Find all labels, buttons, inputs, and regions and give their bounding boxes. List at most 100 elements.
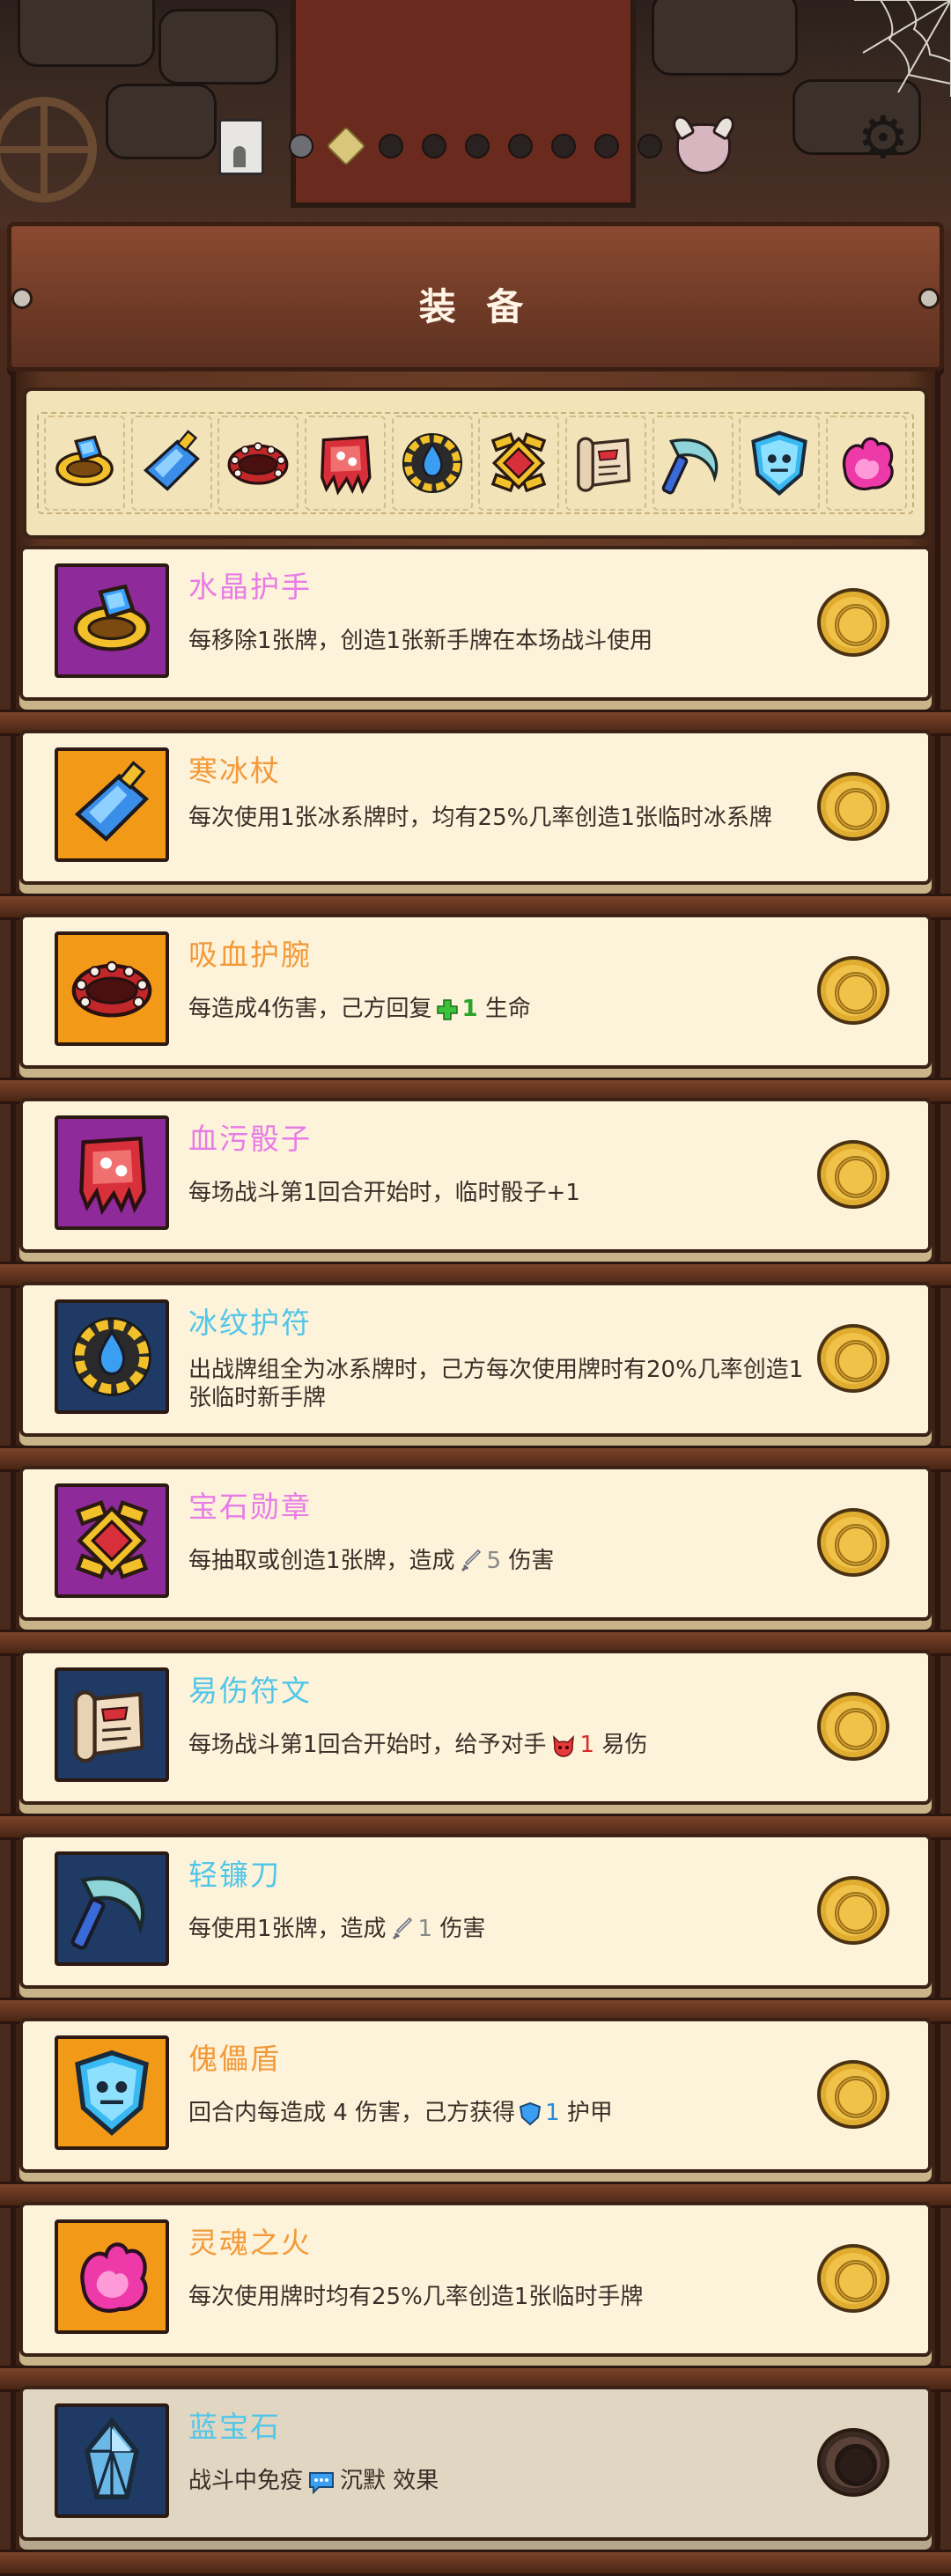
- item-name: 血污骰子: [188, 1122, 312, 1156]
- medal-icon: [75, 1500, 149, 1579]
- equipment-card[interactable]: 寒冰杖 每次使用1张冰系牌时，均有25%几率创造1张临时冰系牌: [0, 730, 951, 920]
- stage-dot: [465, 134, 490, 158]
- item-description: 每抽取或创造1张牌，造成 5 伤害: [188, 1547, 805, 1575]
- equipped-slot-medal[interactable]: [478, 416, 560, 511]
- description-text: 每抽取或创造1张牌，造成: [188, 1548, 455, 1574]
- equip-coin-icon[interactable]: [817, 1508, 889, 1577]
- item-description: 每次使用牌时均有25%几率创造1张临时手牌: [188, 2284, 644, 2310]
- equipment-card[interactable]: 冰纹护符 出战牌组全为冰系牌时，己方每次使用牌时有20%几率创造1张临时新手牌: [0, 1282, 951, 1472]
- description-text: 易伤: [594, 1732, 648, 1758]
- spider-web-icon: [854, 0, 951, 97]
- equipment-card[interactable]: 轻镰刀 每使用1张牌，造成 1 伤害: [0, 1834, 951, 2024]
- item-name: 水晶护手: [188, 570, 312, 604]
- equip-coin-icon[interactable]: [817, 956, 889, 1025]
- item-name: 宝石勋章: [188, 1490, 312, 1524]
- effect-value: 沉默: [340, 2468, 387, 2494]
- shield-icon: [75, 2050, 149, 2136]
- dice-icon: [321, 435, 372, 496]
- sword-icon: [455, 1548, 487, 1574]
- equipment-card[interactable]: 吸血护腕每造成4伤害，己方回复 1 生命: [0, 914, 951, 1104]
- item-description: 回合内每造成 4 伤害，己方获得 1 护甲: [188, 2099, 805, 2127]
- description-text: 每使用1张牌，造成: [188, 1916, 387, 1942]
- locked-slot-icon[interactable]: [817, 2428, 889, 2497]
- description-text: 每造成4伤害，己方回复: [188, 996, 432, 1022]
- item-icon-frame: [55, 2035, 169, 2150]
- castle-icon[interactable]: [218, 119, 264, 175]
- medal-icon: [490, 432, 547, 493]
- sword-icon: [387, 1916, 418, 1942]
- item-name: 吸血护腕: [188, 938, 312, 972]
- bracelet-icon: [71, 960, 152, 1018]
- equipped-slot-bracelet[interactable]: [217, 416, 299, 511]
- silence-icon: [303, 2468, 340, 2494]
- equipment-card[interactable]: 水晶护手 每移除1张牌，创造1张新手牌在本场战斗使用: [0, 546, 951, 736]
- stage-dot: [422, 134, 446, 158]
- equipped-slot-ring[interactable]: [44, 416, 125, 511]
- description-text: 护甲: [559, 2100, 613, 2126]
- equipment-card[interactable]: 蓝宝石战斗中免疫 沉默 效果: [0, 2386, 951, 2576]
- ice-staff-icon: [143, 430, 200, 491]
- equip-coin-icon[interactable]: [817, 772, 889, 841]
- ice-staff-icon: [74, 761, 150, 842]
- sickle-icon: [70, 1876, 145, 1950]
- item-icon-frame: [55, 1667, 169, 1782]
- shield-icon: [751, 431, 808, 497]
- equip-coin-icon[interactable]: [817, 2244, 889, 2313]
- equipped-slot-dice[interactable]: [304, 416, 386, 511]
- stage-dot: [289, 134, 313, 158]
- item-description: 每场战斗第1回合开始时，临时骰子+1: [188, 1180, 580, 1206]
- item-description: 每使用1张牌，造成 1 伤害: [188, 1915, 805, 1943]
- effect-value: 1: [545, 2100, 560, 2126]
- item-description: 战斗中免疫 沉默 效果: [188, 2467, 805, 2495]
- heal-icon: [432, 996, 462, 1022]
- ring-icon: [73, 584, 151, 651]
- wooden-shelf: [0, 2550, 951, 2576]
- equipped-slot-fire[interactable]: [825, 416, 907, 511]
- item-icon-frame: [55, 931, 169, 1046]
- item-name: 易伤符文: [188, 1674, 312, 1708]
- equipment-card[interactable]: 易伤符文每场战斗第1回合开始时，给予对手 1 易伤: [0, 1650, 951, 1840]
- fire-icon: [80, 2242, 148, 2313]
- amulet-icon: [72, 1317, 151, 1396]
- item-name: 蓝宝石: [188, 2410, 281, 2444]
- item-name: 轻镰刀: [188, 1858, 281, 1892]
- equipment-card[interactable]: 灵魂之火每次使用牌时均有25%几率创造1张临时手牌: [0, 2202, 951, 2392]
- skull-icon[interactable]: [676, 123, 731, 174]
- header-banner: 装 备: [7, 222, 944, 372]
- settings-gear-icon[interactable]: ⚙: [852, 107, 914, 169]
- equip-coin-icon[interactable]: [817, 588, 889, 657]
- ring-icon: [55, 435, 114, 487]
- equipment-card[interactable]: 傀儡盾 回合内每造成 4 伤害，己方获得 1 护甲: [0, 2018, 951, 2208]
- amulet-icon: [402, 432, 462, 494]
- stage-dot: [594, 134, 619, 158]
- stage-dot: [508, 134, 533, 158]
- item-description: 每次使用1张冰系牌时，均有25%几率创造1张临时冰系牌: [188, 805, 772, 831]
- equip-coin-icon[interactable]: [817, 1324, 889, 1393]
- equip-coin-icon[interactable]: [817, 1140, 889, 1209]
- item-description: 每场战斗第1回合开始时，给予对手 1 易伤: [188, 1731, 805, 1759]
- equipment-card[interactable]: 宝石勋章每抽取或创造1张牌，造成 5 伤害: [0, 1466, 951, 1656]
- effect-value: 1: [461, 996, 478, 1022]
- item-name: 灵魂之火: [188, 2226, 312, 2260]
- equip-coin-icon[interactable]: [817, 2060, 889, 2129]
- equipment-card[interactable]: 血污骰子每场战斗第1回合开始时，临时骰子+1: [0, 1098, 951, 1288]
- effect-value: 1: [579, 1732, 595, 1758]
- description-text: 伤害: [501, 1548, 555, 1574]
- description-text: 生命: [477, 996, 531, 1022]
- equipped-slot-amulet[interactable]: [391, 416, 473, 511]
- item-icon-frame: [55, 2403, 169, 2518]
- item-icon-frame: [55, 1115, 169, 1230]
- equipped-slot-shield[interactable]: [739, 416, 821, 511]
- stage-progress: [289, 126, 662, 166]
- equipped-slot-ice-staff[interactable]: [130, 416, 212, 511]
- description-text: 回合内每造成 4 伤害，己方获得: [188, 2100, 516, 2126]
- effect-value: 1: [417, 1916, 433, 1942]
- item-description: 每造成4伤害，己方回复 1 生命: [188, 995, 805, 1023]
- item-name: 冰纹护符: [188, 1306, 312, 1340]
- equipped-slot-scroll[interactable]: [564, 416, 646, 511]
- item-icon-frame: [55, 1851, 169, 1966]
- equip-coin-icon[interactable]: [817, 1692, 889, 1761]
- equipped-slot-sickle[interactable]: [652, 416, 734, 511]
- equip-coin-icon[interactable]: [817, 1876, 889, 1945]
- stage-dot: [551, 134, 576, 158]
